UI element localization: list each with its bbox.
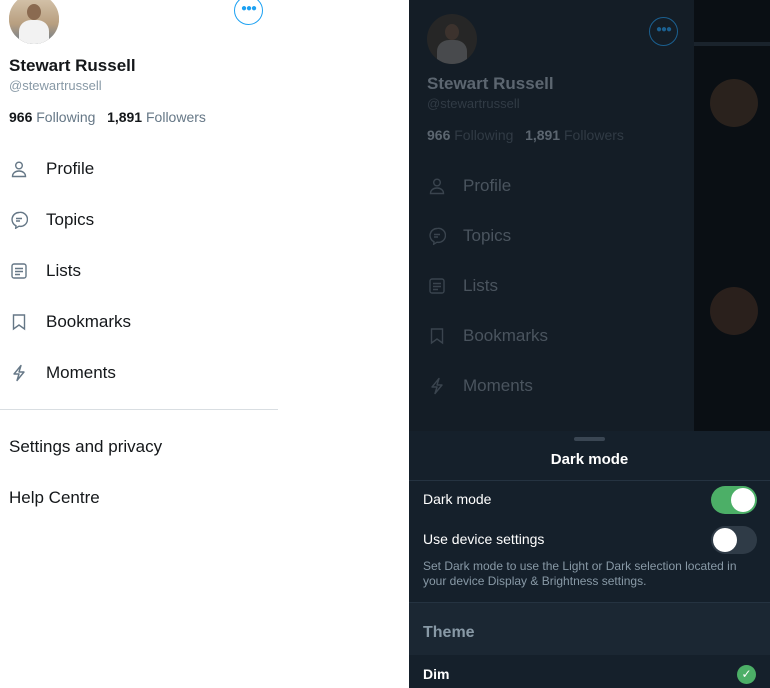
sheet-title: Dark mode — [550, 451, 629, 468]
lightning-icon — [427, 376, 447, 396]
toggle-knob — [731, 488, 755, 512]
followers-count[interactable]: 1,891 — [525, 127, 560, 143]
toggle-knob — [713, 528, 737, 552]
person-icon — [427, 176, 447, 196]
topics-icon — [427, 226, 447, 246]
profile-handle: @stewartrussell — [427, 96, 520, 111]
menu-item-label: Profile — [46, 159, 95, 178]
menu-item-label: Lists — [46, 261, 81, 280]
sheet-drag-handle[interactable] — [574, 437, 605, 441]
menu-item-profile[interactable]: Profile — [427, 172, 511, 200]
menu-item-moments[interactable]: Moments — [9, 359, 116, 387]
follow-stats: 966 Following 1,891 Followers — [9, 109, 206, 125]
help-centre-link[interactable]: Help Centre — [9, 488, 100, 508]
following-label[interactable]: Following — [454, 127, 513, 143]
menu-item-label: Moments — [463, 376, 533, 395]
more-options-icon[interactable]: ●●● — [649, 17, 678, 46]
menu-item-label: Profile — [463, 176, 512, 195]
timeline-avatar — [710, 79, 758, 127]
dark-screen: ●●● Stewart Russell @stewartrussell 966 … — [409, 0, 770, 688]
device-settings-description: Set Dark mode to use the Light or Dark s… — [423, 559, 737, 588]
menu-item-label: Topics — [46, 210, 95, 229]
menu-item-label: Lists — [463, 276, 498, 295]
menu-item-moments[interactable]: Moments — [427, 372, 533, 400]
following-count[interactable]: 966 — [9, 109, 32, 125]
profile-name[interactable]: Stewart Russell — [427, 74, 554, 94]
lists-icon — [427, 276, 447, 296]
settings-and-privacy-link[interactable]: Settings and privacy — [9, 437, 162, 457]
light-drawer: ●●● Stewart Russell @stewartrussell 966 … — [0, 0, 280, 688]
timeline-background — [694, 0, 770, 431]
menu-item-label: Moments — [46, 363, 116, 382]
theme-option-dim[interactable]: Dim — [423, 666, 449, 682]
dark-drawer: ●●● Stewart Russell @stewartrussell 966 … — [409, 0, 694, 431]
device-settings-label: Use device settings — [423, 531, 545, 547]
menu-item-lists[interactable]: Lists — [427, 272, 498, 300]
menu-item-topics[interactable]: Topics — [427, 222, 511, 250]
menu-item-lists[interactable]: Lists — [9, 257, 81, 285]
divider — [409, 480, 770, 481]
menu-item-label: Bookmarks — [46, 312, 132, 331]
menu-item-topics[interactable]: Topics — [9, 206, 94, 234]
topics-icon — [9, 210, 29, 230]
menu-item-label: Bookmarks — [463, 326, 549, 345]
device-settings-toggle[interactable] — [711, 526, 757, 554]
checkmark-icon: ✓ — [737, 665, 756, 684]
avatar[interactable] — [427, 14, 477, 64]
profile-name[interactable]: Stewart Russell — [9, 56, 136, 76]
menu-item-profile[interactable]: Profile — [9, 155, 94, 183]
follow-stats: 966 Following 1,891 Followers — [427, 127, 624, 143]
lists-icon — [9, 261, 29, 281]
menu-item-bookmarks[interactable]: Bookmarks — [427, 322, 548, 350]
profile-handle: @stewartrussell — [9, 78, 102, 93]
dark-mode-label: Dark mode — [423, 491, 492, 507]
bookmark-icon — [427, 326, 447, 346]
avatar[interactable] — [9, 0, 59, 44]
followers-count[interactable]: 1,891 — [107, 109, 142, 125]
person-icon — [9, 159, 29, 179]
timeline-avatar — [710, 287, 758, 335]
lightning-icon — [9, 363, 29, 383]
bookmark-icon — [9, 312, 29, 332]
following-count[interactable]: 966 — [427, 127, 450, 143]
menu-item-label: Topics — [463, 226, 512, 245]
divider — [0, 409, 278, 410]
timeline-divider — [694, 42, 770, 46]
followers-label[interactable]: Followers — [146, 109, 206, 125]
dark-mode-toggle[interactable] — [711, 486, 757, 514]
theme-heading: Theme — [423, 624, 475, 641]
more-options-icon[interactable]: ●●● — [234, 0, 263, 25]
following-label[interactable]: Following — [36, 109, 95, 125]
menu-item-bookmarks[interactable]: Bookmarks — [9, 308, 131, 336]
followers-label[interactable]: Followers — [564, 127, 624, 143]
